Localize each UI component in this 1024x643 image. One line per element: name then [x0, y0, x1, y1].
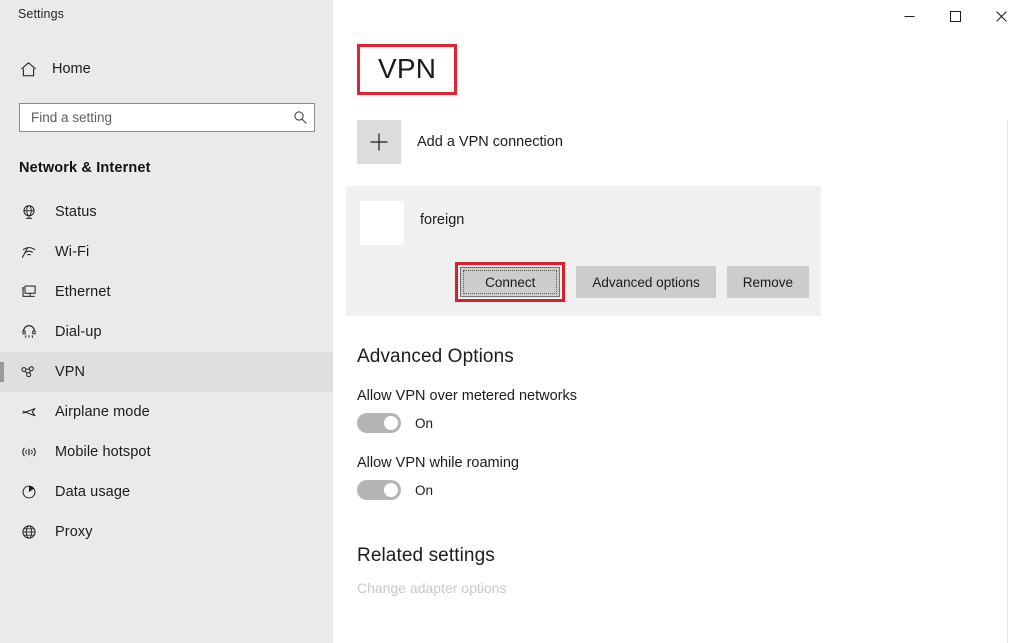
sidebar-item-label: Wi-Fi	[55, 244, 90, 260]
sidebar-item-data-usage[interactable]: Data usage	[0, 472, 333, 512]
page-title: VPN	[378, 53, 437, 84]
sidebar-item-label: VPN	[55, 364, 86, 380]
advanced-options-button[interactable]: Advanced options	[576, 266, 716, 299]
window-title: Settings	[18, 7, 64, 21]
toggle-switch-metered-networks[interactable]	[357, 413, 401, 434]
toggle-state-metered-networks: On	[415, 415, 434, 431]
sidebar-item-mobile-hotspot[interactable]: Mobile hotspot	[0, 432, 333, 472]
maximize-icon	[949, 10, 961, 22]
toggle-state-roaming: On	[415, 482, 434, 498]
main-content: VPN Add a VPN connection foreign Connect…	[333, 0, 1024, 643]
advanced-options-heading: Advanced Options	[357, 346, 514, 368]
sidebar-item-status[interactable]: Status	[0, 192, 333, 232]
sidebar-item-vpn[interactable]: VPN	[0, 352, 333, 392]
airplane-icon	[19, 402, 39, 422]
toggle-knob	[384, 416, 398, 431]
sidebar-category-title: Network & Internet	[19, 160, 151, 176]
settings-window: Settings Home Find a setting Network & I…	[0, 0, 1024, 643]
toggle-row-roaming: On	[357, 480, 1024, 501]
vpn-connection-icon	[360, 201, 404, 246]
toggle-switch-roaming[interactable]	[357, 480, 401, 501]
vpn-connection-card[interactable]: foreign Connect Advanced options Remove	[346, 186, 821, 317]
dialup-icon	[19, 322, 39, 342]
search-input[interactable]	[20, 104, 286, 131]
data-usage-icon	[19, 482, 39, 502]
sidebar-item-airplane-mode[interactable]: Airplane mode	[0, 392, 333, 432]
vpn-connection-actions: Connect Advanced options Remove	[360, 262, 809, 303]
toggle-row-metered-networks: On	[357, 413, 1024, 434]
add-vpn-connection-label: Add a VPN connection	[417, 134, 563, 151]
sidebar-item-label: Dial-up	[55, 324, 102, 340]
sidebar-item-proxy[interactable]: Proxy	[0, 512, 333, 552]
sidebar-item-label: Airplane mode	[55, 404, 150, 420]
window-controls	[886, 0, 1024, 32]
toggle-group-metered-networks: Allow VPN over metered networks On	[357, 388, 1024, 434]
globe-status-icon	[19, 202, 39, 222]
change-adapter-options-link[interactable]: Change adapter options	[357, 580, 506, 596]
sidebar-item-label: Mobile hotspot	[55, 444, 151, 460]
wifi-icon	[19, 242, 39, 262]
sidebar-item-label: Proxy	[55, 524, 93, 540]
minimize-icon	[904, 11, 915, 22]
plus-icon	[357, 120, 401, 165]
home-icon	[18, 59, 38, 79]
sidebar: Home Network & Internet	[0, 0, 333, 643]
sidebar-item-ethernet[interactable]: Ethernet	[0, 272, 333, 312]
sidebar-item-label: Status	[55, 204, 97, 220]
vpn-connection-name: foreign	[420, 212, 465, 229]
search-icon[interactable]	[286, 104, 314, 131]
minimize-button[interactable]	[886, 0, 932, 32]
sidebar-item-dialup[interactable]: Dial-up	[0, 312, 333, 352]
sidebar-item-label: Data usage	[55, 484, 131, 500]
sidebar-nav-list: Status Wi-Fi Ethernet Dial-up VPN Airpla…	[0, 192, 333, 552]
sidebar-item-wifi[interactable]: Wi-Fi	[0, 232, 333, 272]
sidebar-item-label: Ethernet	[55, 284, 111, 300]
connect-button[interactable]: Connect	[460, 267, 561, 298]
proxy-globe-icon	[19, 522, 39, 542]
close-button[interactable]	[978, 0, 1024, 32]
search-box[interactable]	[19, 103, 315, 132]
connect-button-highlight: Connect	[455, 262, 566, 303]
vpn-icon	[19, 362, 39, 382]
toggle-knob	[384, 483, 398, 498]
page-title-highlight: VPN	[357, 44, 458, 96]
related-settings-heading: Related settings	[357, 545, 495, 567]
toggle-label-roaming: Allow VPN while roaming	[357, 455, 519, 472]
vpn-connection-header: foreign	[360, 201, 809, 246]
close-icon	[995, 10, 1007, 22]
toggle-group-roaming: Allow VPN while roaming On	[357, 455, 1024, 501]
sidebar-item-home[interactable]: Home	[0, 52, 333, 86]
content-divider	[1007, 120, 1008, 643]
maximize-button[interactable]	[932, 0, 978, 32]
ethernet-icon	[19, 282, 39, 302]
sidebar-home-label: Home	[52, 61, 91, 77]
toggle-label-metered-networks: Allow VPN over metered networks	[357, 388, 577, 405]
hotspot-icon	[19, 442, 39, 462]
remove-button[interactable]: Remove	[726, 266, 809, 299]
add-vpn-connection-button[interactable]: Add a VPN connection	[357, 120, 617, 165]
